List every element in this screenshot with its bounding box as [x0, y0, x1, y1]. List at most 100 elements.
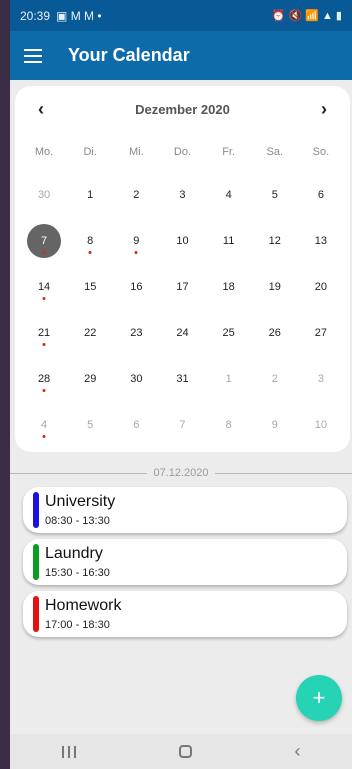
system-nav-bar: ‹	[10, 734, 352, 769]
add-event-button[interactable]: +	[296, 675, 342, 721]
calendar-day[interactable]: 1	[206, 356, 252, 402]
calendar-day[interactable]: 3	[159, 172, 205, 218]
calendar-day[interactable]: 1	[67, 172, 113, 218]
calendar-day[interactable]: 12	[252, 218, 298, 264]
event-card[interactable]: Homework 17:00 - 18:30	[23, 591, 347, 637]
event-indicator-dot	[88, 251, 92, 254]
calendar-day[interactable]: 5	[67, 402, 113, 448]
calendar-day[interactable]: 21	[21, 310, 67, 356]
prev-month-button[interactable]: ‹	[31, 99, 51, 120]
back-icon[interactable]: ‹	[295, 741, 301, 762]
calendar-day[interactable]: 18	[206, 264, 252, 310]
day-number: 3	[179, 189, 186, 201]
day-number: 1	[87, 189, 94, 201]
day-number: 27	[314, 327, 328, 339]
day-number: 2	[271, 373, 278, 385]
calendar-day[interactable]: 24	[159, 310, 205, 356]
day-number: 7	[179, 419, 186, 431]
calendar-day[interactable]: 4	[21, 402, 67, 448]
calendar-day[interactable]: 28	[21, 356, 67, 402]
event-card[interactable]: Laundry 15:30 - 16:30	[23, 539, 347, 585]
weekday-label: Di.	[83, 146, 97, 158]
day-number: 29	[84, 373, 97, 385]
calendar-day[interactable]: 27	[298, 310, 344, 356]
calendar-day[interactable]: 26	[252, 310, 298, 356]
calendar-day[interactable]: 9	[113, 218, 159, 264]
day-number: 3	[317, 373, 324, 385]
calendar-day[interactable]: 6	[298, 172, 344, 218]
day-number: 19	[268, 281, 281, 293]
day-number: 8	[87, 235, 94, 247]
status-bar: 20:39 ▣ M M • ⏰ 🔇 📶 ▲ ▮	[10, 0, 352, 31]
day-number: 17	[176, 281, 189, 293]
phone-screen: 20:39 ▣ M M • ⏰ 🔇 📶 ▲ ▮ Your Calendar ‹ …	[10, 0, 352, 769]
calendar-day[interactable]: 10	[298, 402, 344, 448]
calendar-day[interactable]: 16	[113, 264, 159, 310]
day-number: 23	[130, 327, 143, 339]
calendar-day[interactable]: 5	[252, 172, 298, 218]
app-bar: Your Calendar	[10, 31, 352, 80]
day-number: 10	[314, 419, 328, 431]
day-number: 1	[225, 373, 232, 385]
calendar-day[interactable]: 30	[21, 172, 67, 218]
recent-apps-icon[interactable]	[61, 745, 76, 758]
calendar-day[interactable]: 22	[67, 310, 113, 356]
calendar-day[interactable]: 10	[159, 218, 205, 264]
event-indicator-dot	[42, 297, 46, 300]
day-number: 9	[271, 419, 278, 431]
calendar-day[interactable]: 31	[159, 356, 205, 402]
event-color-bar	[33, 492, 39, 528]
day-number: 24	[176, 327, 189, 339]
day-number: 25	[222, 327, 235, 339]
event-title: Homework	[45, 597, 122, 614]
calendar-day[interactable]: 23	[113, 310, 159, 356]
calendar-day[interactable]: 30	[113, 356, 159, 402]
weekday-header: Mo. Di. Mi. Do. Fr. Sa. So.	[15, 132, 350, 172]
day-number: 21	[37, 327, 51, 339]
event-color-bar	[33, 596, 39, 632]
calendar-day[interactable]: 19	[252, 264, 298, 310]
calendar-day[interactable]: 11	[206, 218, 252, 264]
status-time: 20:39	[20, 8, 51, 23]
day-number: 26	[268, 327, 281, 339]
calendar-day[interactable]: 6	[113, 402, 159, 448]
page-title: Your Calendar	[68, 45, 190, 65]
calendar-day[interactable]: 8	[206, 402, 252, 448]
calendar-day[interactable]: 2	[252, 356, 298, 402]
day-number: 9	[133, 235, 140, 247]
calendar-day[interactable]: 7	[159, 402, 205, 448]
calendar-day[interactable]: 29	[67, 356, 113, 402]
month-header: ‹ Dezember 2020 ›	[15, 86, 350, 132]
calendar-day[interactable]: 4	[206, 172, 252, 218]
weekday-label: Mo.	[34, 146, 54, 158]
status-right-icons: ⏰ 🔇 📶 ▲ ▮	[271, 10, 342, 22]
calendar-day-selected[interactable]: 7	[21, 218, 67, 264]
event-indicator-dot	[42, 343, 46, 346]
calendar-day[interactable]: 17	[159, 264, 205, 310]
hamburger-menu-icon[interactable]	[24, 48, 42, 63]
calendar-day[interactable]: 25	[206, 310, 252, 356]
calendar-day[interactable]: 2	[113, 172, 159, 218]
home-icon[interactable]	[178, 745, 192, 758]
next-month-button[interactable]: ›	[314, 99, 334, 120]
weekday-label: Do.	[173, 146, 192, 158]
calendar-day[interactable]: 9	[252, 402, 298, 448]
event-title: Laundry	[45, 545, 103, 562]
month-label: Dezember 2020	[135, 101, 230, 117]
day-number: 30	[37, 189, 51, 201]
event-time: 17:00 - 18:30	[45, 619, 110, 631]
event-card[interactable]: University 08:30 - 13:30	[23, 487, 347, 533]
calendar-day[interactable]: 14	[21, 264, 67, 310]
day-number: 6	[133, 419, 140, 431]
event-indicator-dot	[134, 251, 138, 254]
calendar-day[interactable]: 13	[298, 218, 344, 264]
day-number: 2	[133, 189, 140, 201]
calendar-day[interactable]: 3	[298, 356, 344, 402]
calendar-day[interactable]: 15	[67, 264, 113, 310]
day-number: 14	[37, 281, 51, 293]
event-title: University	[45, 493, 116, 510]
calendar-day[interactable]: 20	[298, 264, 344, 310]
selected-date-label: 07.12.2020	[153, 467, 209, 479]
calendar-day[interactable]: 8	[67, 218, 113, 264]
day-number: 11	[222, 235, 235, 247]
